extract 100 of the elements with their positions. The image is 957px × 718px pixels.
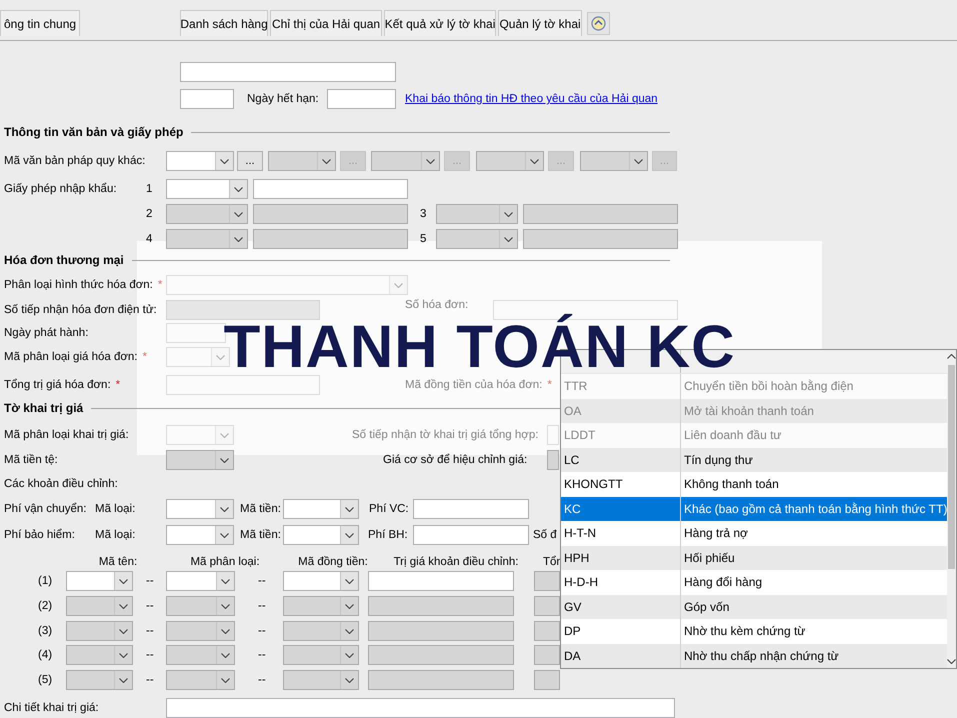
dropdown-field[interactable]	[166, 571, 235, 591]
chevron-down-icon	[221, 578, 230, 584]
column-header: Mã đồng tiền:	[297, 556, 369, 568]
field-label: Phân loại hình thức hóa đơn:	[4, 279, 153, 291]
input-field[interactable]	[166, 375, 320, 395]
option-name: Không thanh toán	[683, 476, 780, 494]
field-label: Mã văn bản pháp quy khác:	[4, 154, 146, 169]
payment-option[interactable]: LC Tín dụng thư	[561, 448, 948, 472]
payment-option[interactable]: KC Khác (bao gồm cả thanh toán bằng hình thức TT)	[561, 496, 948, 521]
field-label: Mã phân loại khai trị giá:	[4, 428, 130, 443]
payment-option[interactable]: LDDT Liên doanh đầu tư	[561, 423, 948, 448]
dash-separator: --	[146, 575, 155, 587]
circle-icon	[591, 16, 606, 30]
input-field[interactable]	[413, 499, 529, 519]
chevron-down-icon	[221, 678, 230, 682]
chevron-down-icon	[119, 652, 128, 658]
input-field[interactable]	[180, 89, 234, 109]
chevron-down-icon	[394, 282, 403, 288]
dash-separator: --	[146, 674, 155, 686]
option-name: Liên doanh đầu tư	[683, 427, 782, 444]
chevron-down-icon	[345, 604, 354, 608]
chevron-down-icon	[220, 432, 229, 438]
field-label: Tổng trị giá hóa đơn:	[4, 379, 111, 391]
chevron-down-icon	[119, 578, 128, 584]
field-label: Mã phân loại giá hóa đơn:	[4, 351, 138, 363]
browse-button[interactable]: ...	[237, 151, 263, 171]
tab[interactable]: ông tin chung	[0, 10, 80, 36]
chevron-down-icon	[216, 354, 225, 360]
field-label: Mã tiền:	[240, 528, 282, 543]
scrollbar[interactable]	[947, 350, 956, 668]
field-label: Phí VC:	[369, 502, 410, 517]
chevron-down-icon	[119, 678, 128, 682]
row-number: (3)	[38, 625, 54, 637]
chevron-down-icon	[221, 652, 230, 658]
chevron-down-icon	[345, 578, 354, 584]
input-field[interactable]	[180, 62, 396, 82]
chevron-down-icon	[504, 212, 513, 216]
tab[interactable]: Quản lý tờ khai	[498, 10, 582, 36]
tab[interactable]: Danh sách hàng	[180, 10, 268, 36]
dash-separator: --	[258, 625, 267, 637]
section-heading: Thông tin văn bản và giấy phép	[4, 125, 184, 139]
dropdown-field[interactable]	[166, 425, 234, 445]
input-field[interactable]	[166, 698, 675, 718]
dropdown-field[interactable]	[66, 571, 133, 591]
required-mark: *	[116, 379, 120, 391]
dropdown-field[interactable]	[283, 571, 359, 591]
dropdown-field[interactable]	[166, 275, 408, 295]
dropdown-field[interactable]	[166, 525, 234, 545]
field-label: Phí BH:	[368, 528, 409, 543]
chevron-down-icon	[345, 652, 354, 658]
chevron-down-icon	[221, 628, 230, 634]
chevron-down-icon	[220, 532, 229, 538]
dropdown-field[interactable]	[166, 151, 234, 171]
field-label: Mã đồng tiền của hóa đơn:	[405, 379, 542, 391]
input-field[interactable]	[368, 571, 514, 591]
chevron-down-icon	[234, 186, 243, 192]
dropdown-field[interactable]	[166, 179, 248, 199]
column-header: Mã tên:	[98, 556, 138, 568]
row-number: (5)	[38, 674, 54, 686]
field-label: Ngày phát hành:	[4, 326, 90, 341]
field-label: Mã loại:	[95, 528, 136, 543]
input-field[interactable]	[413, 525, 529, 545]
dropdown-field[interactable]	[166, 499, 234, 519]
field-label: Phí bảo hiểm:	[4, 528, 76, 543]
chevron-down-icon	[234, 236, 243, 242]
chevron-down-icon	[530, 158, 539, 164]
row-number: (4)	[38, 649, 54, 661]
row-number: 2	[146, 208, 154, 220]
option-name: Nhờ thu kèm chứng từ	[683, 623, 806, 640]
row-number: (1)	[38, 575, 54, 587]
input-field[interactable]	[166, 323, 226, 343]
dropdown-field[interactable]	[283, 525, 359, 545]
input-field[interactable]	[547, 425, 559, 445]
dash-separator: --	[258, 575, 267, 587]
input-field[interactable]	[327, 89, 396, 109]
payment-option[interactable]: DA Nhờ thu chấp nhận chứng từ	[561, 644, 948, 668]
tab[interactable]: Kết quả xử lý tờ khai	[384, 10, 496, 36]
dash-separator: --	[146, 600, 155, 612]
payment-option[interactable]: HPH Hối phiếu	[561, 546, 948, 570]
tab[interactable]: Chỉ thị của Hải quan	[270, 10, 382, 36]
payment-option[interactable]: GV Góp vốn	[561, 594, 948, 619]
payment-option[interactable]: TTR Chuyển tiền bồi hoàn bằng điện	[561, 374, 948, 398]
chevron-down-icon	[345, 628, 354, 634]
input-field[interactable]	[253, 179, 408, 199]
row-number: 1	[146, 183, 154, 195]
row-number: 3	[420, 208, 428, 220]
link[interactable]: Khai báo thông tin HĐ theo yêu cầu của Hải quan	[405, 93, 667, 105]
dropdown-field[interactable]	[283, 499, 359, 519]
dash-separator: --	[258, 674, 267, 686]
field-label: Giá cơ sở để hiệu chỉnh giá:	[383, 452, 528, 468]
option-name: Chuyển tiền bồi hoàn bằng điện	[683, 378, 854, 396]
field-label: Số tiếp nhận hóa đơn điện tử:	[4, 303, 158, 318]
toolbar-button[interactable]	[587, 12, 610, 34]
chevron-down-icon	[119, 604, 128, 608]
chevron-down-icon	[220, 158, 229, 164]
dash-separator: --	[258, 649, 267, 661]
field-label: Chi tiết khai trị giá:	[4, 701, 100, 716]
option-name: Góp vốn	[683, 598, 730, 616]
chevron-down-icon	[947, 659, 956, 664]
option-name: Khác (bao gồm cả thanh toán bằng hình thức TT)	[683, 500, 948, 518]
